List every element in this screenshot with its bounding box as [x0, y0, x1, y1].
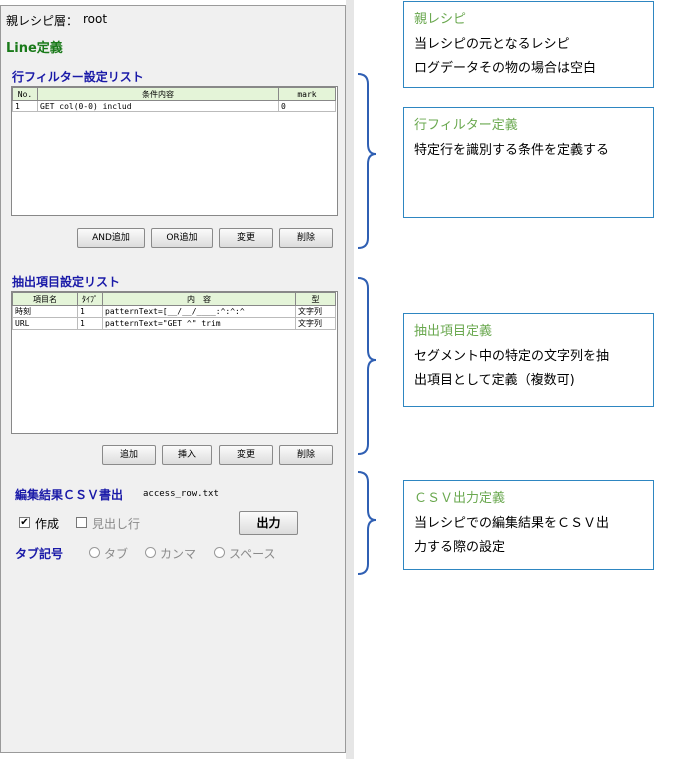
parent-recipe-value: root: [83, 12, 108, 26]
radio-space[interactable]: [214, 547, 225, 558]
extract-bracket: [357, 277, 377, 455]
extract-items-table[interactable]: 項目名 ﾀｲﾌﾟ 内 容 型 時刻 1 patternText=[__/__/_…: [11, 291, 338, 434]
callout-line: ログデータその物の場合は空白: [414, 61, 597, 76]
table-row[interactable]: 時刻 1 patternText=[__/__/____:^:^:^ 文字列: [12, 305, 336, 318]
callout-line: 特定行を識別する条件を定義する: [414, 143, 610, 158]
table-cell: patternText="GET ^" trim: [102, 317, 296, 330]
radio-comma-label: カンマ: [160, 547, 197, 561]
table-cell: 1: [77, 305, 103, 318]
column-header[interactable]: 型: [295, 292, 336, 306]
table-cell: 1: [12, 100, 38, 112]
create-label: 作成: [35, 517, 60, 531]
callout-parent-recipe: 親レシピ 当レシピの元となるレシピ ログデータその物の場合は空白: [403, 1, 654, 88]
column-header[interactable]: 内 容: [102, 292, 296, 306]
and-add-button[interactable]: AND追加: [77, 228, 145, 248]
delete-item-button[interactable]: 削除: [279, 445, 333, 465]
callout-title: 行フィルター定義: [414, 118, 518, 133]
table-cell: 文字列: [295, 317, 336, 330]
table-cell: 文字列: [295, 305, 336, 318]
radio-space-label: スペース: [229, 547, 276, 561]
panel-shadow: [346, 0, 354, 759]
csv-bracket: [357, 471, 377, 575]
callout-row-filter: 行フィルター定義 特定行を識別する条件を定義する: [403, 107, 654, 218]
callout-line: 当レシピでの編集結果をＣＳＶ出: [414, 516, 610, 531]
csv-output-title: 編集結果ＣＳＶ書出: [15, 488, 124, 502]
or-add-button[interactable]: OR追加: [151, 228, 213, 248]
change-item-button[interactable]: 変更: [219, 445, 273, 465]
table-header-row: No. 条件内容 mark: [12, 87, 336, 101]
output-button[interactable]: 出力: [239, 511, 298, 535]
callout-line: セグメント中の特定の文字列を抽: [414, 349, 610, 364]
table-cell: 時刻: [12, 305, 78, 318]
csv-filename: access_row.txt: [143, 489, 219, 499]
callout-title: 抽出項目定義: [414, 324, 493, 339]
radio-tab-label: タブ: [104, 547, 129, 561]
line-definition-title: Line定義: [6, 41, 63, 56]
column-header[interactable]: ﾀｲﾌﾟ: [77, 292, 103, 306]
callout-extract: 抽出項目定義 セグメント中の特定の文字列を抽 出項目として定義（複数可): [403, 313, 654, 407]
table-cell: 1: [77, 317, 103, 330]
callout-line: 出項目として定義（複数可): [414, 373, 575, 388]
callout-title: ＣＳＶ出力定義: [414, 491, 506, 506]
table-cell: GET col(0-0) includ: [37, 100, 279, 112]
checkmark-icon: ✔: [20, 517, 29, 528]
table-cell: URL: [12, 317, 78, 330]
tab-symbol-label: タブ記号: [15, 547, 64, 561]
callout-line: 力する際の設定: [414, 540, 506, 555]
row-filter-bracket: [357, 73, 377, 249]
row-filter-title: 行フィルター設定リスト: [12, 70, 144, 84]
callout-line: 当レシピの元となるレシピ: [414, 37, 570, 52]
radio-comma[interactable]: [145, 547, 156, 558]
table-cell: 0: [278, 100, 336, 112]
column-header[interactable]: 条件内容: [37, 87, 279, 101]
column-header[interactable]: mark: [278, 87, 336, 101]
row-filter-table[interactable]: No. 条件内容 mark 1 GET col(0-0) includ 0: [11, 86, 338, 216]
radio-tab[interactable]: [89, 547, 100, 558]
heading-row-label: 見出し行: [92, 517, 141, 531]
insert-item-button[interactable]: 挿入: [162, 445, 212, 465]
table-cell: patternText=[__/__/____:^:^:^: [102, 305, 296, 318]
extract-items-title: 抽出項目設定リスト: [12, 275, 121, 289]
add-item-button[interactable]: 追加: [102, 445, 156, 465]
table-row[interactable]: URL 1 patternText="GET ^" trim 文字列: [12, 317, 336, 330]
heading-row-checkbox[interactable]: [76, 517, 87, 528]
change-filter-button[interactable]: 変更: [219, 228, 273, 248]
delete-filter-button[interactable]: 削除: [279, 228, 333, 248]
table-header-row: 項目名 ﾀｲﾌﾟ 内 容 型: [12, 292, 336, 306]
callout-title: 親レシピ: [414, 12, 467, 27]
callout-csv: ＣＳＶ出力定義 当レシピでの編集結果をＣＳＶ出 力する際の設定: [403, 480, 654, 570]
section-brackets: [357, 73, 377, 575]
column-header[interactable]: No.: [12, 87, 38, 101]
table-row[interactable]: 1 GET col(0-0) includ 0: [12, 100, 336, 112]
column-header[interactable]: 項目名: [12, 292, 78, 306]
create-checkbox[interactable]: ✔: [19, 517, 30, 528]
parent-recipe-label: 親レシピ層：: [6, 14, 79, 28]
